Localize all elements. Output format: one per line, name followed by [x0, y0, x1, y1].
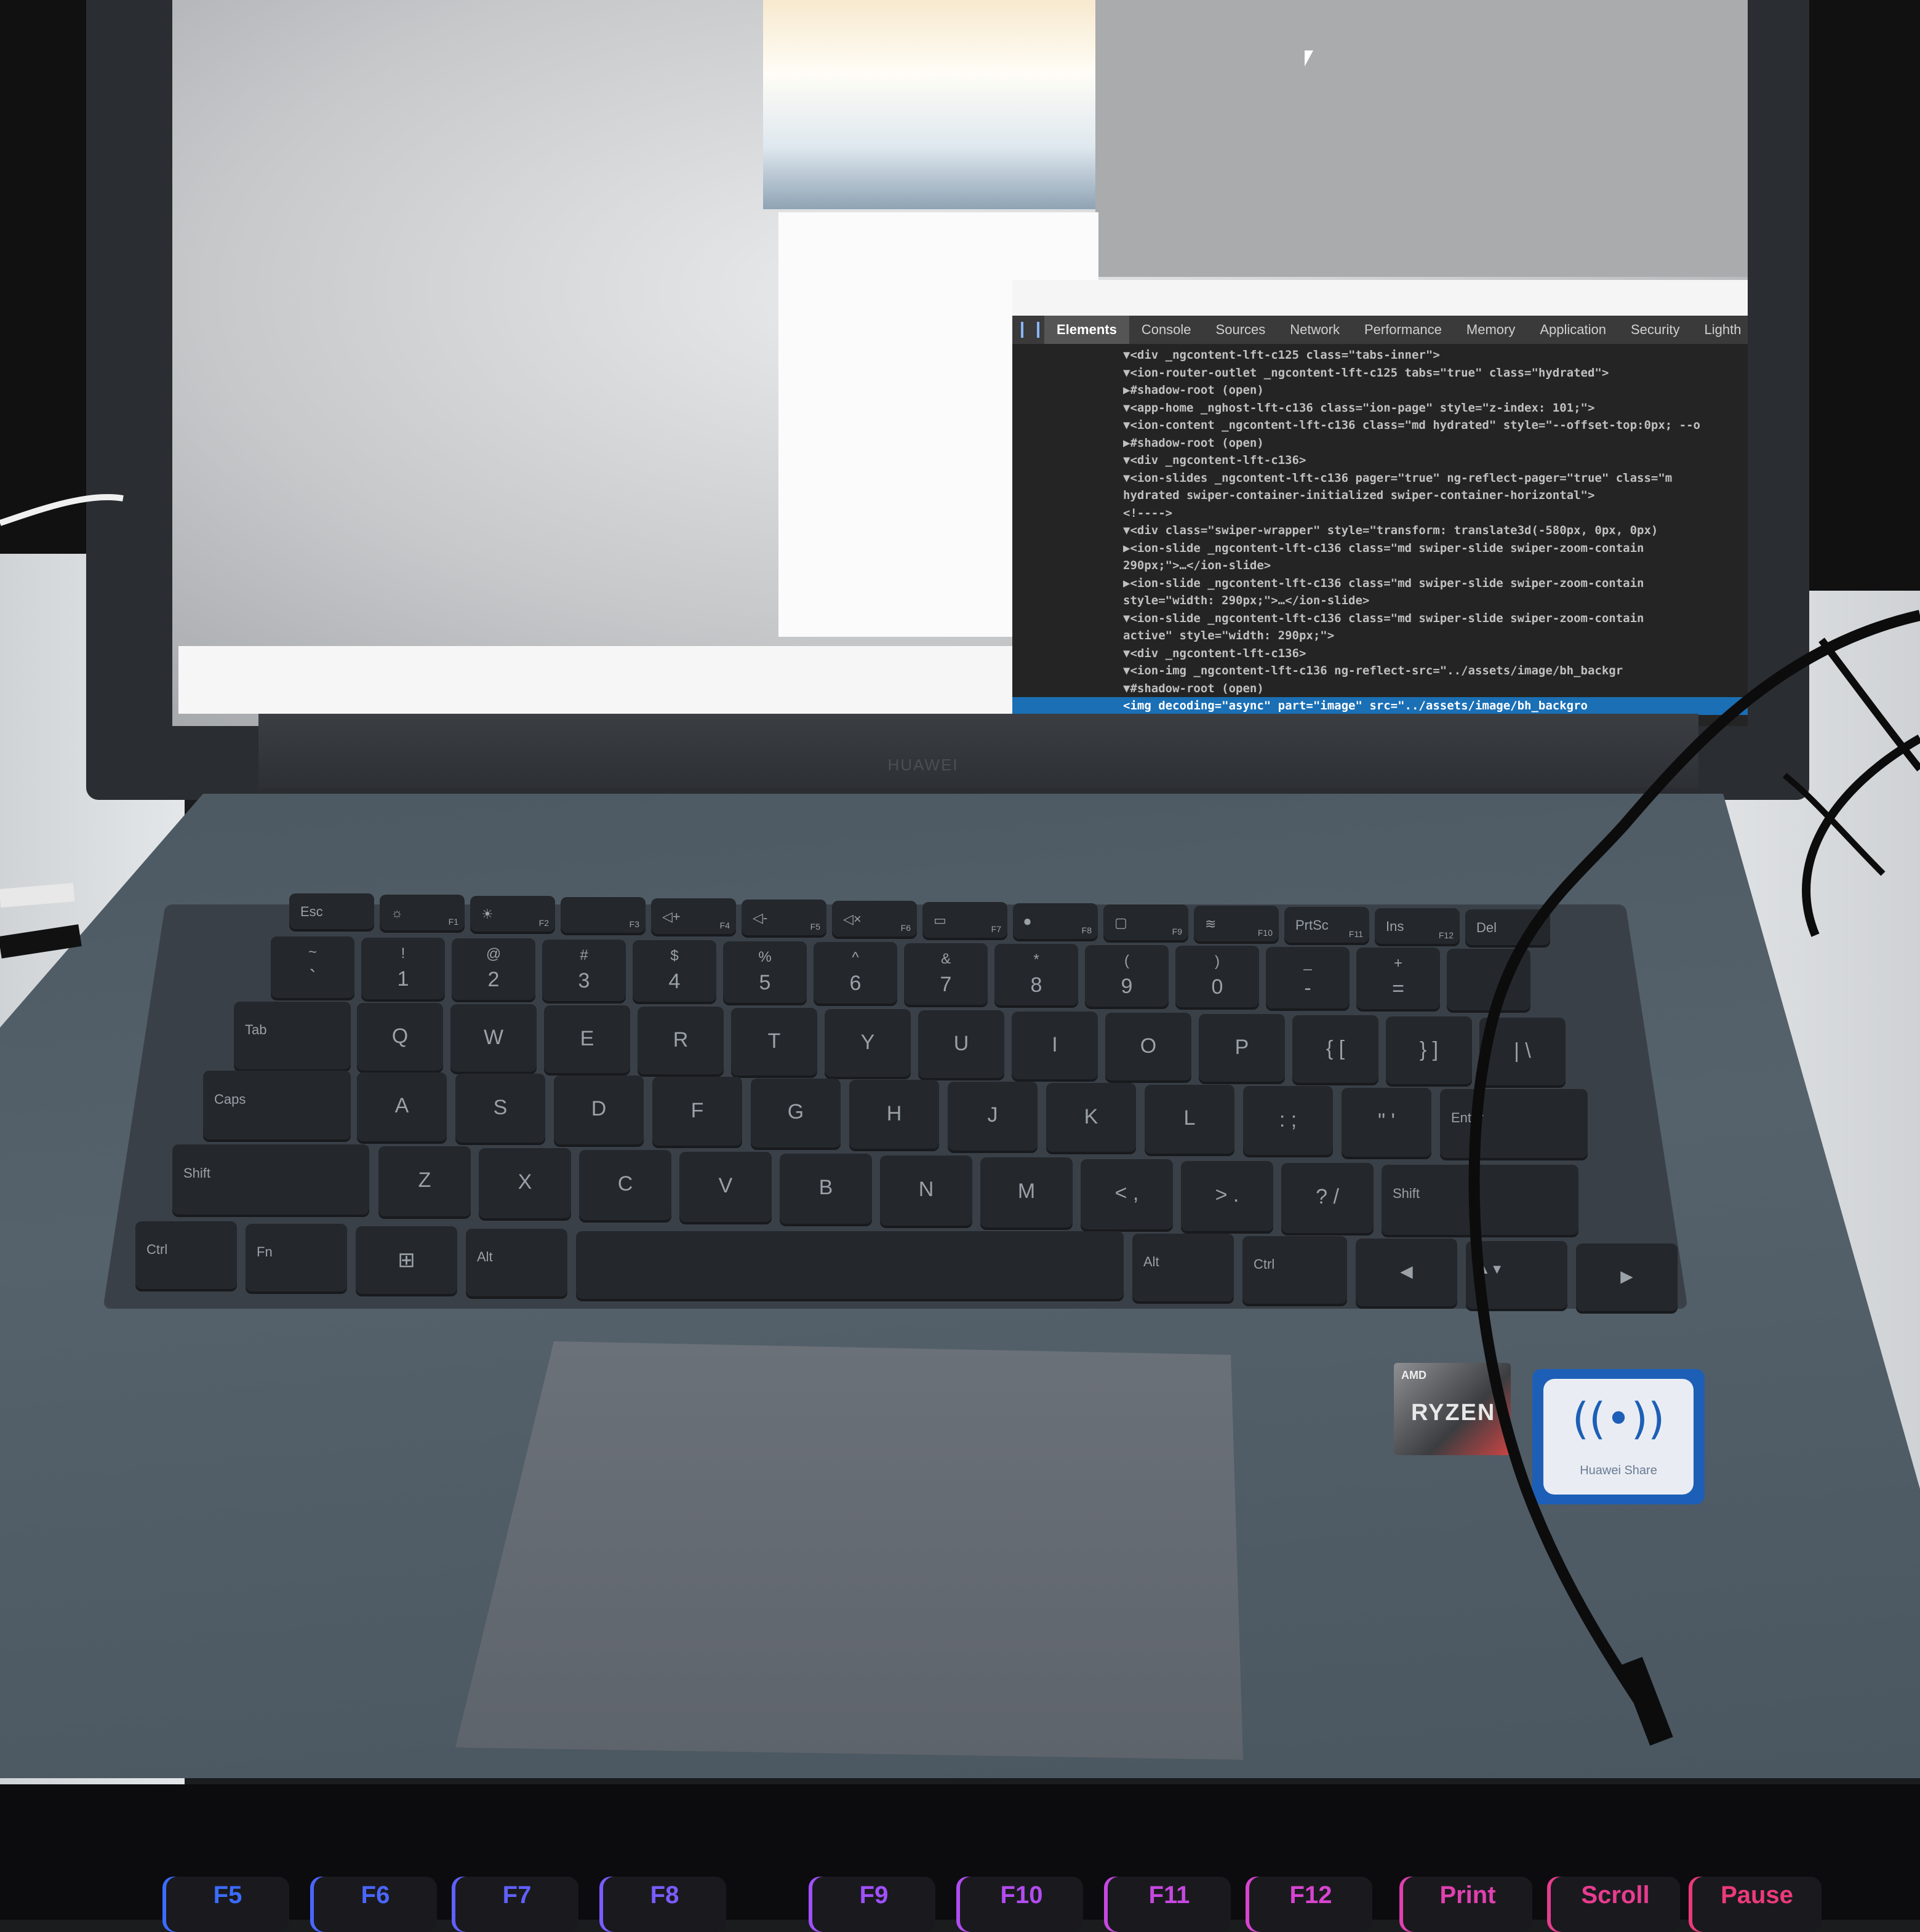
external-key[interactable]: F8 [603, 1877, 726, 1932]
external-key[interactable]: F6 [314, 1877, 437, 1932]
external-keyboard-keys: F5 F6 F7 F8 F9 F10 F11 F12 Print Scroll Pause [0, 0, 1920, 1932]
external-key[interactable]: F9 [812, 1877, 935, 1932]
external-key[interactable]: F5 [166, 1877, 289, 1932]
external-key[interactable]: F11 [1108, 1877, 1231, 1932]
external-key[interactable]: Scroll [1551, 1877, 1680, 1932]
external-key[interactable]: Pause [1692, 1877, 1822, 1932]
external-key[interactable]: F12 [1249, 1877, 1372, 1932]
external-key[interactable]: Print [1403, 1877, 1532, 1932]
external-key[interactable]: F7 [455, 1877, 578, 1932]
external-key[interactable]: F10 [960, 1877, 1083, 1932]
